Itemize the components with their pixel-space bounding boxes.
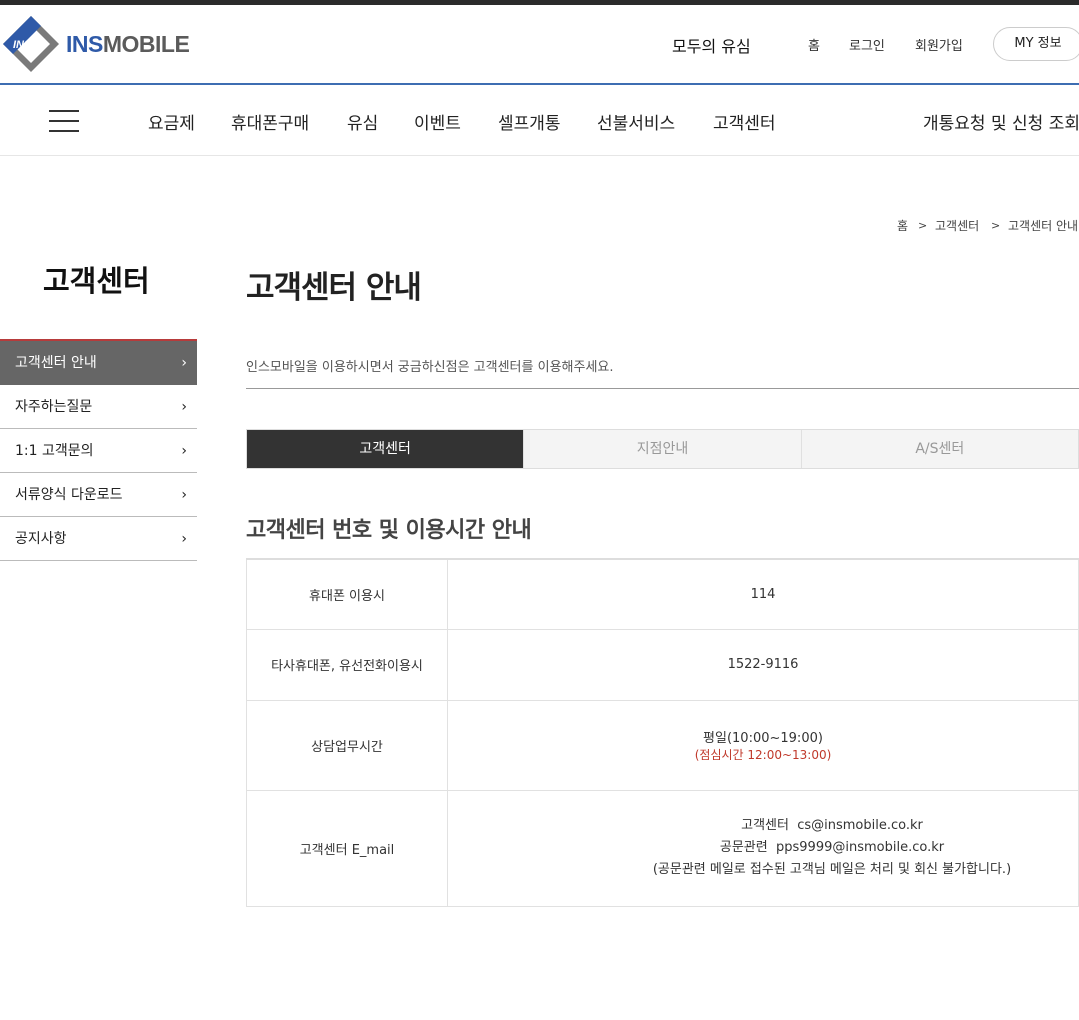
divider — [246, 388, 1079, 389]
main-nav: 요금제 휴대폰구매 유심 이벤트 셀프개통 선불서비스 고객센터 개통요청 및 … — [0, 87, 1079, 156]
site-logo[interactable]: INS INSMOBILE — [0, 13, 190, 75]
my-info-button[interactable]: MY 정보 — [993, 27, 1079, 61]
nav-item-customer-center[interactable]: 고객센터 — [713, 109, 776, 134]
sidebar-item-forms-download[interactable]: 서류양식 다운로드 › — [0, 473, 197, 517]
tab-as-center[interactable]: A/S센터 — [802, 430, 1078, 468]
breadcrumb-current: 고객센터 안내 — [1008, 219, 1079, 233]
email-official: 공문관련 pps9999@insmobile.co.kr — [719, 840, 945, 855]
breadcrumb-home[interactable]: 홈 — [897, 217, 908, 234]
sidebar-item-notice[interactable]: 공지사항 › — [0, 517, 197, 561]
svg-text:INS: INS — [13, 39, 32, 51]
sidebar-item-faq[interactable]: 자주하는질문 › — [0, 385, 197, 429]
chevron-right-icon: › — [181, 487, 187, 503]
breadcrumb-separator-icon: > — [991, 219, 1001, 232]
nav-item-phone-buy[interactable]: 휴대폰구매 — [231, 109, 309, 134]
logo-icon: INS — [3, 16, 59, 72]
row-label: 휴대폰 이용시 — [246, 558, 448, 630]
email-note: (공문관련 메일로 접수된 고객님 메일은 처리 및 회신 불가합니다.) — [652, 862, 1012, 877]
sidebar-title: 고객센터 — [43, 264, 150, 298]
nav-item-activation-request[interactable]: 개통요청 및 신청 조회 — [923, 109, 1079, 134]
login-link[interactable]: 로그인 — [849, 35, 885, 54]
signup-link[interactable]: 회원가입 — [915, 35, 963, 54]
page-title: 고객센터 안내 — [246, 270, 422, 306]
breadcrumb-separator-icon: > — [918, 219, 928, 232]
row-value: 고객센터 cs@insmobile.co.kr 공문관련 pps9999@ins… — [447, 789, 1079, 907]
home-link[interactable]: 홈 — [808, 35, 820, 54]
email-customer-center: 고객센터 cs@insmobile.co.kr — [741, 818, 923, 833]
section-title: 고객센터 번호 및 이용시간 안내 — [246, 518, 532, 543]
site-header: INS INSMOBILE 모두의 유심 홈 로그인 회원가입 MY 정보 — [0, 5, 1079, 85]
nav-item-plans[interactable]: 요금제 — [148, 109, 195, 134]
chevron-right-icon: › — [181, 399, 187, 415]
info-table: 휴대폰 이용시 114 타사휴대폰, 유선전화이용시 1522-9116 상담업… — [246, 558, 1079, 907]
sidebar-nav: 고객센터 안내 › 자주하는질문 › 1:1 고객문의 › 서류양식 다운로드 … — [0, 339, 197, 561]
sidebar-item-label: 고객센터 안내 — [15, 355, 97, 371]
row-value: 평일(10:00~19:00) (점심시간 12:00~13:00) — [447, 699, 1079, 791]
breadcrumb-customer-center[interactable]: 고객센터 — [935, 217, 979, 234]
table-row: 휴대폰 이용시 114 — [246, 558, 1079, 630]
chevron-right-icon: › — [181, 531, 187, 547]
sidebar-item-label: 1:1 고객문의 — [15, 443, 94, 459]
sidebar-item-label: 자주하는질문 — [15, 399, 93, 415]
table-row: 타사휴대폰, 유선전화이용시 1522-9116 — [246, 628, 1079, 701]
sidebar-item-label: 서류양식 다운로드 — [15, 487, 123, 503]
business-hours: 평일(10:00~19:00) — [703, 731, 823, 746]
table-row: 고객센터 E_mail 고객센터 cs@insmobile.co.kr 공문관련… — [246, 789, 1079, 907]
nav-item-prepaid[interactable]: 선불서비스 — [597, 109, 675, 134]
sidebar-item-label: 공지사항 — [15, 531, 67, 547]
menu-icon[interactable] — [49, 110, 79, 132]
tab-bar: 고객센터 지점안내 A/S센터 — [246, 429, 1079, 469]
modu-usim-link[interactable]: 모두의 유심 — [672, 33, 751, 57]
logo-wordmark: INSMOBILE — [66, 30, 190, 57]
chevron-right-icon: › — [181, 443, 187, 459]
row-value: 114 — [447, 558, 1079, 630]
tab-branch-info[interactable]: 지점안내 — [524, 430, 802, 468]
lunch-note: (점심시간 12:00~13:00) — [694, 748, 832, 762]
tab-customer-center[interactable]: 고객센터 — [247, 430, 525, 468]
table-row: 상담업무시간 평일(10:00~19:00) (점심시간 12:00~13:00… — [246, 699, 1079, 791]
nav-item-event[interactable]: 이벤트 — [414, 109, 461, 134]
row-label: 고객센터 E_mail — [246, 789, 448, 907]
sidebar-item-center-info[interactable]: 고객센터 안내 › — [0, 339, 197, 385]
sidebar-item-inquiry[interactable]: 1:1 고객문의 › — [0, 429, 197, 473]
intro-text: 인스모바일을 이용하시면서 궁금하신점은 고객센터를 이용해주세요. — [246, 360, 614, 375]
row-value: 1522-9116 — [447, 628, 1079, 701]
nav-item-self-activation[interactable]: 셀프개통 — [498, 109, 561, 134]
nav-item-usim[interactable]: 유심 — [347, 109, 378, 134]
chevron-right-icon: › — [181, 355, 187, 371]
row-label: 상담업무시간 — [246, 699, 448, 791]
row-label: 타사휴대폰, 유선전화이용시 — [246, 628, 448, 701]
